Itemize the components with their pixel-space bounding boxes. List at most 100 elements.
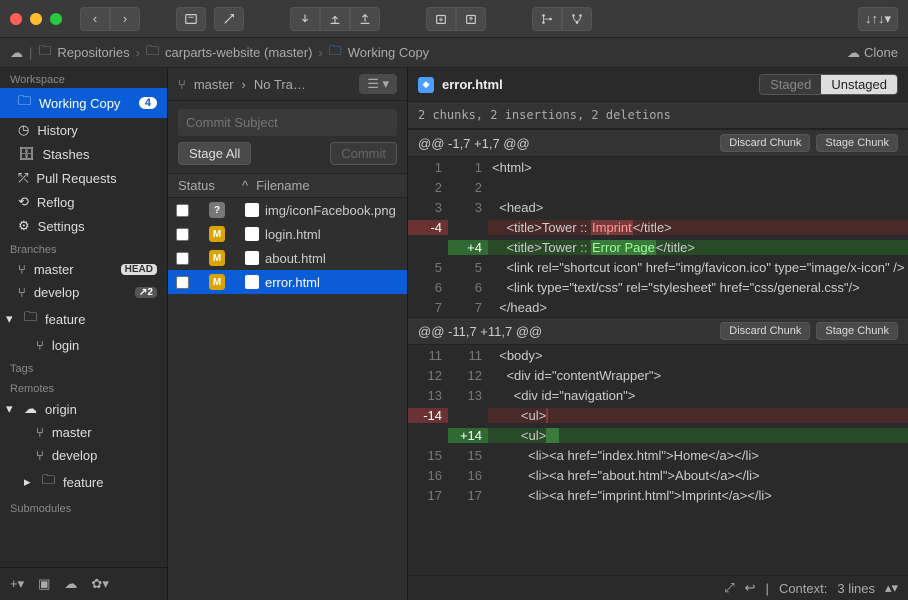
clone-button[interactable]: ☁ Clone [847,45,898,61]
remote-item-origin[interactable]: ▾☁origin [0,397,167,421]
stepper-icon[interactable]: ▴▾ [885,580,898,596]
folder-icon: 🗀 [146,42,159,64]
new-line-number: 11 [448,348,488,363]
discard-chunk-button[interactable]: Discard Chunk [720,322,810,340]
diff-line[interactable]: 1212 <div id="contentWrapper"> [408,365,908,385]
breadcrumb-repositories[interactable]: Repositories [57,45,129,60]
diff-summary: 2 chunks, 2 insertions, 2 deletions [408,102,908,129]
file-row[interactable]: Mlogin.html [168,222,407,246]
new-line-number: +4 [448,240,488,255]
zoom-window-button[interactable] [50,13,62,25]
code-content: </head> [488,300,908,315]
diff-line[interactable]: 1717 <li><a href="imprint.html">Imprint<… [408,485,908,505]
diff-line[interactable]: 22 [408,177,908,197]
terminal-button[interactable]: ▣ [38,576,50,592]
sidebar-item-reflog[interactable]: ⟲Reflog [0,190,167,214]
diff-line[interactable]: 11<html> [408,157,908,177]
file-row[interactable]: ?img/iconFacebook.png [168,198,407,222]
remote-item-develop[interactable]: ⑂develop [0,444,167,467]
new-line-number: 5 [448,260,488,275]
stash-button[interactable] [426,7,456,31]
remote-item-feature[interactable]: ▸🗀feature [0,467,167,497]
stage-chunk-button[interactable]: Stage Chunk [816,322,898,340]
fetch-button[interactable] [290,7,320,31]
stage-checkbox[interactable] [176,276,189,289]
close-window-button[interactable] [10,13,22,25]
old-line-number: 15 [408,448,448,463]
breadcrumb-repo[interactable]: carparts-website (master) [165,45,312,60]
diff-line[interactable]: 1616 <li><a href="about.html">About</a><… [408,465,908,485]
branch-label: feature [45,312,85,327]
breadcrumb-working-copy[interactable]: Working Copy [348,45,429,60]
sidebar-item-settings[interactable]: ⚙Settings [0,214,167,238]
sidebar-item-label: Pull Requests [36,171,116,186]
branch-icon: ⑂ [178,77,186,92]
sidebar-item-label: Working Copy [39,96,120,111]
minimize-window-button[interactable] [30,13,42,25]
stage-chunk-button[interactable]: Stage Chunk [816,134,898,152]
branch-header: ⑂ master › No Tra… ☰ ▾ [168,68,407,101]
col-filename[interactable]: Filename [256,178,309,193]
gitflow-button[interactable]: ↓↑↓ ▾ [858,7,898,31]
stage-all-button[interactable]: Stage All [178,142,251,165]
branch-item-develop[interactable]: ⑂develop↗2 [0,281,167,304]
sidebar-section-tags: Tags [0,357,167,377]
sidebar-item-stashes[interactable]: 🗄Stashes [0,142,167,166]
push-button[interactable] [350,7,380,31]
code-content: <link type="text/css" rel="stylesheet" h… [488,280,908,295]
add-button[interactable]: +▾ [10,576,24,592]
branch-item-master[interactable]: ⑂masterHEAD [0,258,167,281]
commit-button[interactable]: Commit [330,142,397,165]
status-badge: M [209,226,225,242]
stage-checkbox[interactable] [176,204,189,217]
list-options-button[interactable]: ☰ ▾ [359,74,397,94]
remote-icon: ☁ [24,401,37,417]
current-branch[interactable]: master [194,77,234,92]
quickopen-button[interactable] [176,7,206,31]
quickactions-button[interactable] [214,7,244,31]
wrap-icon[interactable]: ↩ [745,580,756,596]
branch-item-feature[interactable]: ▾🗀feature [0,304,167,334]
diff-line[interactable]: +14 <ul> [408,425,908,445]
diff-line[interactable]: 66 <link type="text/css" rel="stylesheet… [408,277,908,297]
pull-button[interactable] [320,7,350,31]
stage-checkbox[interactable] [176,252,189,265]
sidebar-item-working-copy[interactable]: 🗀Working Copy4 [0,88,167,118]
branch-item-login[interactable]: ⑂login [0,334,167,357]
diff-line[interactable]: +4 <title>Tower :: Error Page</title> [408,237,908,257]
hunk-header: @@ -1,7 +1,7 @@Discard ChunkStage Chunk [408,129,908,157]
tracking-branch[interactable]: No Tra… [254,77,306,92]
diff-line[interactable]: 55 <link rel="shortcut icon" href="img/f… [408,257,908,277]
diff-filename: error.html [442,77,503,92]
sidebar-item-history[interactable]: ◷History [0,118,167,142]
diff-line[interactable]: 1313 <div id="navigation"> [408,385,908,405]
diff-line[interactable]: 33 <head> [408,197,908,217]
code-content: <head> [488,200,908,215]
cloud-sync-button[interactable]: ☁ [64,576,77,592]
commit-subject-input[interactable] [178,109,397,136]
diff-line[interactable]: 77 </head> [408,297,908,317]
diff-line[interactable]: 1515 <li><a href="index.html">Home</a></… [408,445,908,465]
remote-label: feature [63,475,103,490]
diff-line[interactable]: -4 <title>Tower :: Imprint</title> [408,217,908,237]
discard-chunk-button[interactable]: Discard Chunk [720,134,810,152]
back-button[interactable]: ‹ [80,7,110,31]
remote-item-master[interactable]: ⑂master [0,421,167,444]
diff-line[interactable]: 1111 <body> [408,345,908,365]
seg-staged[interactable]: Staged [760,75,821,94]
file-row[interactable]: Mabout.html [168,246,407,270]
apply-stash-button[interactable] [456,7,486,31]
forward-button[interactable]: › [110,7,140,31]
file-row[interactable]: Merror.html [168,270,407,294]
sidebar-item-pull-requests[interactable]: ⤱Pull Requests [0,166,167,190]
merge-button[interactable] [532,7,562,31]
settings-button[interactable]: ✿▾ [91,576,108,592]
new-line-number: 6 [448,280,488,295]
rebase-button[interactable] [562,7,592,31]
stage-checkbox[interactable] [176,228,189,241]
diff-line[interactable]: -14 <ul> [408,405,908,425]
col-status[interactable]: Status [178,178,234,193]
expand-icon[interactable]: ⤢ [724,580,734,596]
seg-unstaged[interactable]: Unstaged [821,75,897,94]
context-value[interactable]: 3 lines [837,581,875,596]
